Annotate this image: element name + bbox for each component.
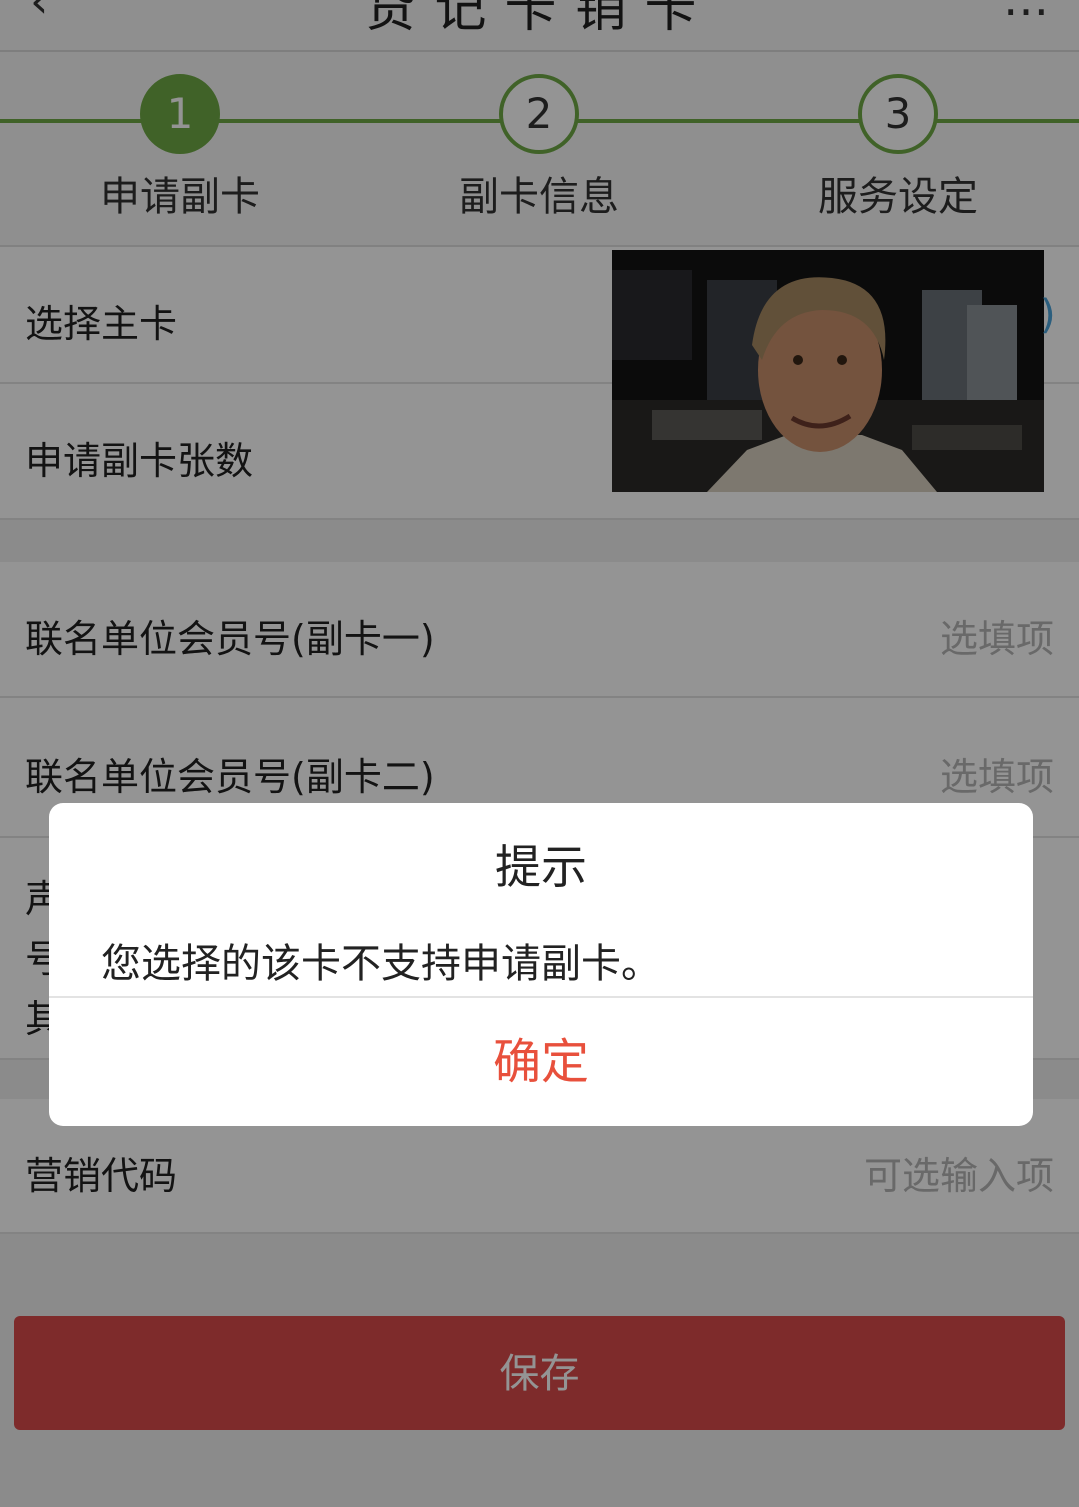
modal-backdrop bbox=[0, 0, 1079, 1507]
dialog-message: 您选择的该卡不支持申请副卡。 bbox=[101, 941, 661, 987]
alert-dialog: 提示 您选择的该卡不支持申请副卡。 确定 bbox=[49, 803, 1033, 1126]
dialog-title: 提示 bbox=[495, 840, 587, 894]
confirm-button[interactable]: 确定 bbox=[49, 999, 1033, 1126]
dialog-divider bbox=[49, 996, 1033, 998]
